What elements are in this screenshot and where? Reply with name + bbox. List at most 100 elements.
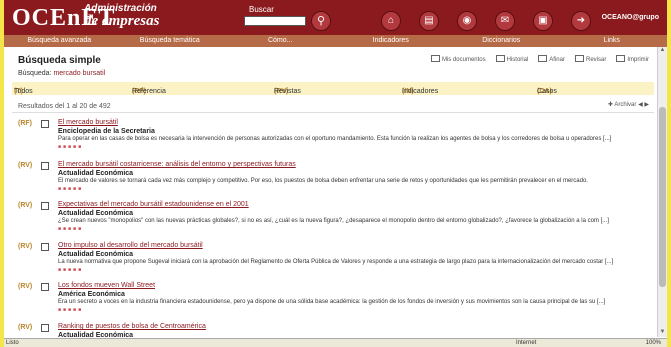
status-zoom[interactable]: 100% bbox=[646, 340, 661, 346]
relevance-stars: ■■■■■ bbox=[58, 186, 84, 192]
result-snippet: La nueva normativa que propone Sugeval i… bbox=[58, 259, 614, 265]
app-window: OCEnET Administración de empresas Buscar… bbox=[4, 0, 667, 347]
result-title-link[interactable]: Los fondos mueven Wall Street bbox=[58, 281, 650, 290]
monitor-button[interactable]: ▣ bbox=[533, 11, 553, 31]
relevance-stars: ■■■■■ bbox=[58, 226, 84, 232]
filter-label: Referencia bbox=[132, 88, 166, 95]
result-source: América Económica bbox=[58, 291, 125, 298]
result-source: Actualidad Económica bbox=[58, 210, 134, 217]
scroll-up-icon[interactable]: ▲ bbox=[659, 47, 666, 55]
refine-label: Afinar bbox=[549, 57, 565, 63]
nav-item-indicators[interactable]: Indicadores bbox=[336, 35, 447, 47]
filter-label: Casos bbox=[537, 88, 557, 95]
result-source: Enciclopedia de la Secretaria bbox=[58, 128, 155, 135]
documents-icon: ▤ bbox=[424, 15, 434, 26]
archive-label: Archivar bbox=[614, 102, 637, 108]
review-label: Revisar bbox=[585, 57, 607, 63]
nav-item-thematic-search[interactable]: Búsqueda temática bbox=[115, 35, 226, 47]
prev-page-icon[interactable]: ◀ bbox=[638, 102, 643, 108]
nav-item-how[interactable]: Cómo... bbox=[225, 35, 336, 47]
printer-icon bbox=[616, 55, 626, 62]
nav-item-advanced-search[interactable]: Búsqueda avanzada bbox=[4, 35, 115, 47]
main-nav: Búsqueda avanzada Búsqueda temática Cómo… bbox=[4, 35, 667, 47]
next-page-icon[interactable]: ▶ bbox=[644, 102, 649, 108]
page-title: Búsqueda simple bbox=[18, 55, 101, 66]
logo-sub-line2: de empresas bbox=[84, 13, 160, 29]
home-icon: ⌂ bbox=[387, 15, 395, 26]
query-line: Búsqueda: mercado bursatil bbox=[18, 70, 105, 77]
status-bar: Listo Internet 100% bbox=[4, 338, 667, 347]
scroll-down-icon[interactable]: ▼ bbox=[659, 329, 666, 337]
result-checkbox[interactable] bbox=[41, 120, 49, 128]
review-icon bbox=[574, 55, 584, 62]
results-count: Resultados del 1 al 20 de 492 bbox=[18, 103, 111, 110]
logo-subtitle: Administración de empresas bbox=[84, 3, 160, 29]
exit-button[interactable]: ➜ bbox=[571, 11, 591, 31]
toolbar: Búsqueda simple Mis documentos Historial… bbox=[4, 47, 667, 69]
result-type: (RV) bbox=[18, 324, 33, 331]
print-label: Imprimir bbox=[627, 57, 649, 63]
print-button[interactable]: Imprimir bbox=[616, 55, 649, 63]
relevance-stars: ■■■■■ bbox=[58, 307, 84, 313]
archive-button[interactable]: ✚ Archivar ◀ ▶ bbox=[608, 101, 649, 108]
relevance-stars: ■■■■■ bbox=[58, 144, 84, 150]
result-checkbox[interactable] bbox=[41, 243, 49, 251]
scroll-thumb[interactable] bbox=[659, 107, 666, 287]
result-type: (RV) bbox=[18, 283, 33, 290]
filter-tabs: (T) Todos (RF) Referencia (RV) Revistas (IN… bbox=[12, 82, 654, 95]
result-title-link[interactable]: El mercado bursátil costarricense: análi… bbox=[58, 160, 650, 169]
checkbox-icon bbox=[430, 55, 440, 62]
status-text: Listo bbox=[6, 340, 19, 346]
my-documents-button[interactable]: Mis documentos bbox=[430, 55, 486, 63]
query-label: Búsqueda: bbox=[18, 70, 52, 77]
toolbar-actions: Mis documentos Historial Afinar Revisar … bbox=[430, 55, 649, 63]
my-documents-label: Mis documentos bbox=[441, 57, 486, 63]
globe-button[interactable]: ◉ bbox=[457, 11, 477, 31]
header: OCEnET Administración de empresas Buscar… bbox=[4, 0, 667, 35]
result-checkbox[interactable] bbox=[41, 324, 49, 332]
nav-item-dictionaries[interactable]: Diccionarios bbox=[446, 35, 557, 47]
add-icon: ✚ bbox=[608, 102, 614, 108]
result-checkbox[interactable] bbox=[41, 283, 49, 291]
mail-icon: ✉ bbox=[500, 15, 510, 26]
result-title-link[interactable]: Expectativas del mercado bursátil estado… bbox=[58, 200, 650, 209]
result-snippet: El mercado de valores se tornará cada ve… bbox=[58, 178, 588, 184]
mail-button[interactable]: ✉ bbox=[495, 11, 515, 31]
result-type: (RV) bbox=[18, 162, 33, 169]
relevance-stars: ■■■■■ bbox=[58, 267, 84, 273]
result-source: Actualidad Económica bbox=[58, 170, 134, 177]
history-label: Historial bbox=[506, 57, 529, 63]
filter-label: Revistas bbox=[274, 88, 301, 95]
brand-logo: OCEANO@grupo bbox=[601, 14, 659, 21]
globe-icon: ◉ bbox=[462, 15, 472, 26]
result-snippet: Era un secreto a voces en la industria f… bbox=[58, 299, 606, 305]
search-input[interactable] bbox=[244, 16, 306, 26]
search-label: Buscar bbox=[249, 5, 274, 14]
result-checkbox[interactable] bbox=[41, 202, 49, 210]
result-snippet: ¿Se crean nuevos "monopolios" con las nu… bbox=[58, 218, 609, 224]
refine-button[interactable]: Afinar bbox=[538, 55, 565, 63]
home-button[interactable]: ⌂ bbox=[381, 11, 401, 31]
history-icon bbox=[495, 55, 505, 62]
result-checkbox[interactable] bbox=[41, 162, 49, 170]
divider bbox=[12, 112, 654, 113]
status-zone: Internet bbox=[516, 340, 537, 346]
history-button[interactable]: Historial bbox=[495, 55, 529, 63]
result-type: (RF) bbox=[18, 120, 32, 127]
result-title-link[interactable]: El mercado bursátil bbox=[58, 118, 650, 127]
vertical-scrollbar[interactable]: ▲ ▼ bbox=[657, 47, 667, 337]
result-snippet: Para operar en las casas de bolsa es nec… bbox=[58, 136, 612, 142]
filter-label: Todos bbox=[14, 88, 33, 95]
result-type: (RV) bbox=[18, 202, 33, 209]
result-title-link[interactable]: Otro impulso al desarrollo del mercado b… bbox=[58, 241, 650, 250]
exit-icon: ➜ bbox=[576, 15, 586, 26]
monitor-icon: ▣ bbox=[538, 15, 548, 26]
review-button[interactable]: Revisar bbox=[574, 55, 607, 63]
result-title-link[interactable]: Ranking de puestos de bolsa de Centroamé… bbox=[58, 322, 650, 331]
nav-item-links[interactable]: Links bbox=[557, 35, 668, 47]
result-type: (RV) bbox=[18, 243, 33, 250]
result-source: Actualidad Económica bbox=[58, 251, 134, 258]
search-button[interactable]: ⚲ bbox=[311, 11, 331, 31]
filter-label: Indicadores bbox=[402, 88, 439, 95]
documents-button[interactable]: ▤ bbox=[419, 11, 439, 31]
